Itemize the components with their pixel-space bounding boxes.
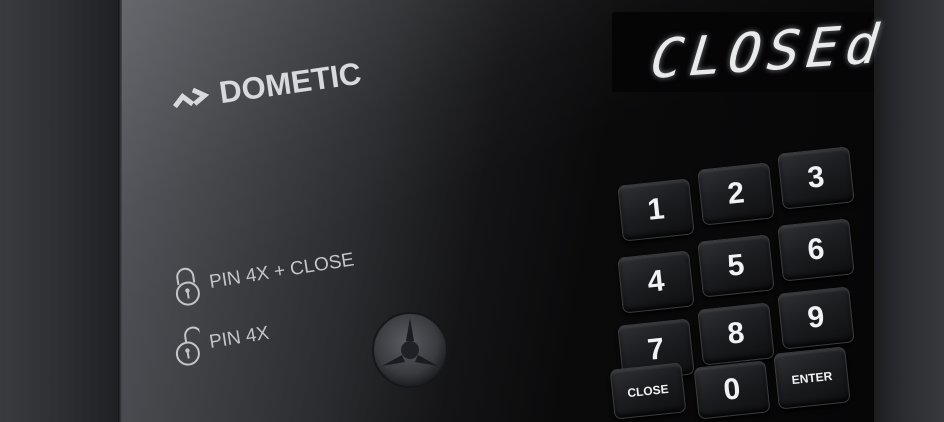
keypad-key-4[interactable]: 4 [617,250,695,314]
safe-photo: CLOSEd DOMETIC PIN 4X + CLOSE PIN 4X 1 2… [0,0,944,422]
keypad-key-0[interactable]: 0 [693,360,771,420]
keypad-key-2[interactable]: 2 [697,162,775,226]
keypad-key-6[interactable]: 6 [777,218,855,282]
keypad-key-1[interactable]: 1 [617,178,695,242]
keypad-key-9[interactable]: 9 [777,286,855,350]
keypad-key-5[interactable]: 5 [697,234,775,298]
keypad: 1 2 3 4 5 6 7 8 9 CLOSE 0 ENTER [0,0,944,422]
keypad-key-8[interactable]: 8 [697,302,775,366]
keypad-key-3[interactable]: 3 [777,146,855,210]
keypad-key-enter[interactable]: ENTER [773,346,851,410]
keypad-key-close[interactable]: CLOSE [609,362,687,420]
